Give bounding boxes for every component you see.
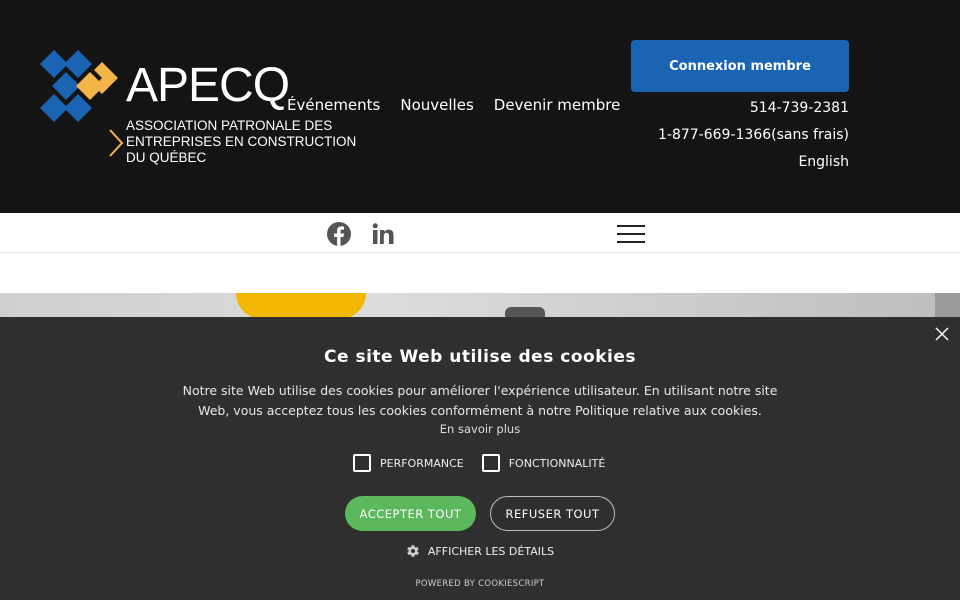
nav-item-devenir-membre[interactable]: Devenir membre — [494, 96, 621, 114]
facebook-icon[interactable] — [326, 221, 352, 247]
menu-hamburger-icon[interactable] — [617, 223, 645, 245]
logo-wordmark: APECQ — [126, 59, 290, 112]
cookie-options: PERFORMANCE FONCTIONNALITÉ — [353, 454, 605, 472]
cookie-option-performance[interactable]: PERFORMANCE — [353, 454, 464, 472]
cookie-powered-by: POWERED BY COOKIESCRIPT — [415, 579, 545, 589]
cookie-option-label: FONCTIONNALITÉ — [508, 456, 606, 470]
contact-info: 514-739-2381 1-877-669-1366(sans frais) … — [658, 95, 849, 176]
member-login-button[interactable]: Connexion membre — [631, 40, 849, 92]
apecq-logo-mark-icon — [40, 50, 118, 122]
show-details-toggle[interactable]: AFFICHER LES DÉTAILS — [0, 544, 960, 558]
site-header: APECQ ASSOCIATION PATRONALE DES ENTREPRI… — [0, 0, 960, 213]
accept-all-button[interactable]: ACCEPTER TOUT — [345, 496, 476, 531]
cookie-title: Ce site Web utilise des cookies — [324, 347, 636, 367]
hamburger-line — [617, 233, 645, 235]
fonctionnalite-checkbox[interactable] — [481, 454, 500, 472]
cookie-learn-more-link[interactable]: En savoir plus — [440, 422, 520, 436]
logo-subtitle-line: ASSOCIATION PATRONALE DES — [126, 118, 333, 133]
cookie-option-label: PERFORMANCE — [380, 456, 464, 470]
refuse-all-button[interactable]: REFUSER TOUT — [490, 496, 615, 531]
logo-subtitle-line: DU QUÉBEC — [126, 150, 207, 165]
secondary-bar — [0, 213, 960, 253]
logo-subtitle-line: ENTREPRISES EN CONSTRUCTION — [126, 134, 357, 149]
show-details-label: AFFICHER LES DÉTAILS — [427, 544, 555, 558]
close-icon[interactable] — [934, 327, 950, 343]
cookie-more-wrap: En savoir plus — [0, 422, 960, 436]
hamburger-line — [617, 225, 645, 227]
language-switch-link[interactable]: English — [658, 149, 849, 176]
cookie-banner: Ce site Web utilise des cookies Notre si… — [0, 317, 960, 600]
nav-item-nouvelles[interactable]: Nouvelles — [400, 96, 473, 114]
linkedin-icon[interactable] — [370, 221, 396, 247]
performance-checkbox[interactable] — [353, 454, 371, 472]
main-nav: Événements Nouvelles Devenir membre — [287, 96, 620, 114]
hero-helmet-shape — [236, 293, 366, 319]
phone-tollfree-link[interactable]: 1-877-669-1366(sans frais) — [658, 122, 849, 149]
chevron-right-icon — [109, 129, 124, 157]
gear-icon — [407, 545, 419, 557]
phone-local-link[interactable]: 514-739-2381 — [658, 95, 849, 122]
cookie-description: Notre site Web utilise des cookies pour … — [182, 383, 778, 418]
nav-item-evenements[interactable]: Événements — [287, 96, 380, 114]
cookie-option-fonctionnalite[interactable]: FONCTIONNALITÉ — [481, 454, 606, 472]
logo-subtitle: ASSOCIATION PATRONALE DES ENTREPRISES EN… — [126, 118, 356, 166]
hamburger-line — [617, 241, 645, 243]
